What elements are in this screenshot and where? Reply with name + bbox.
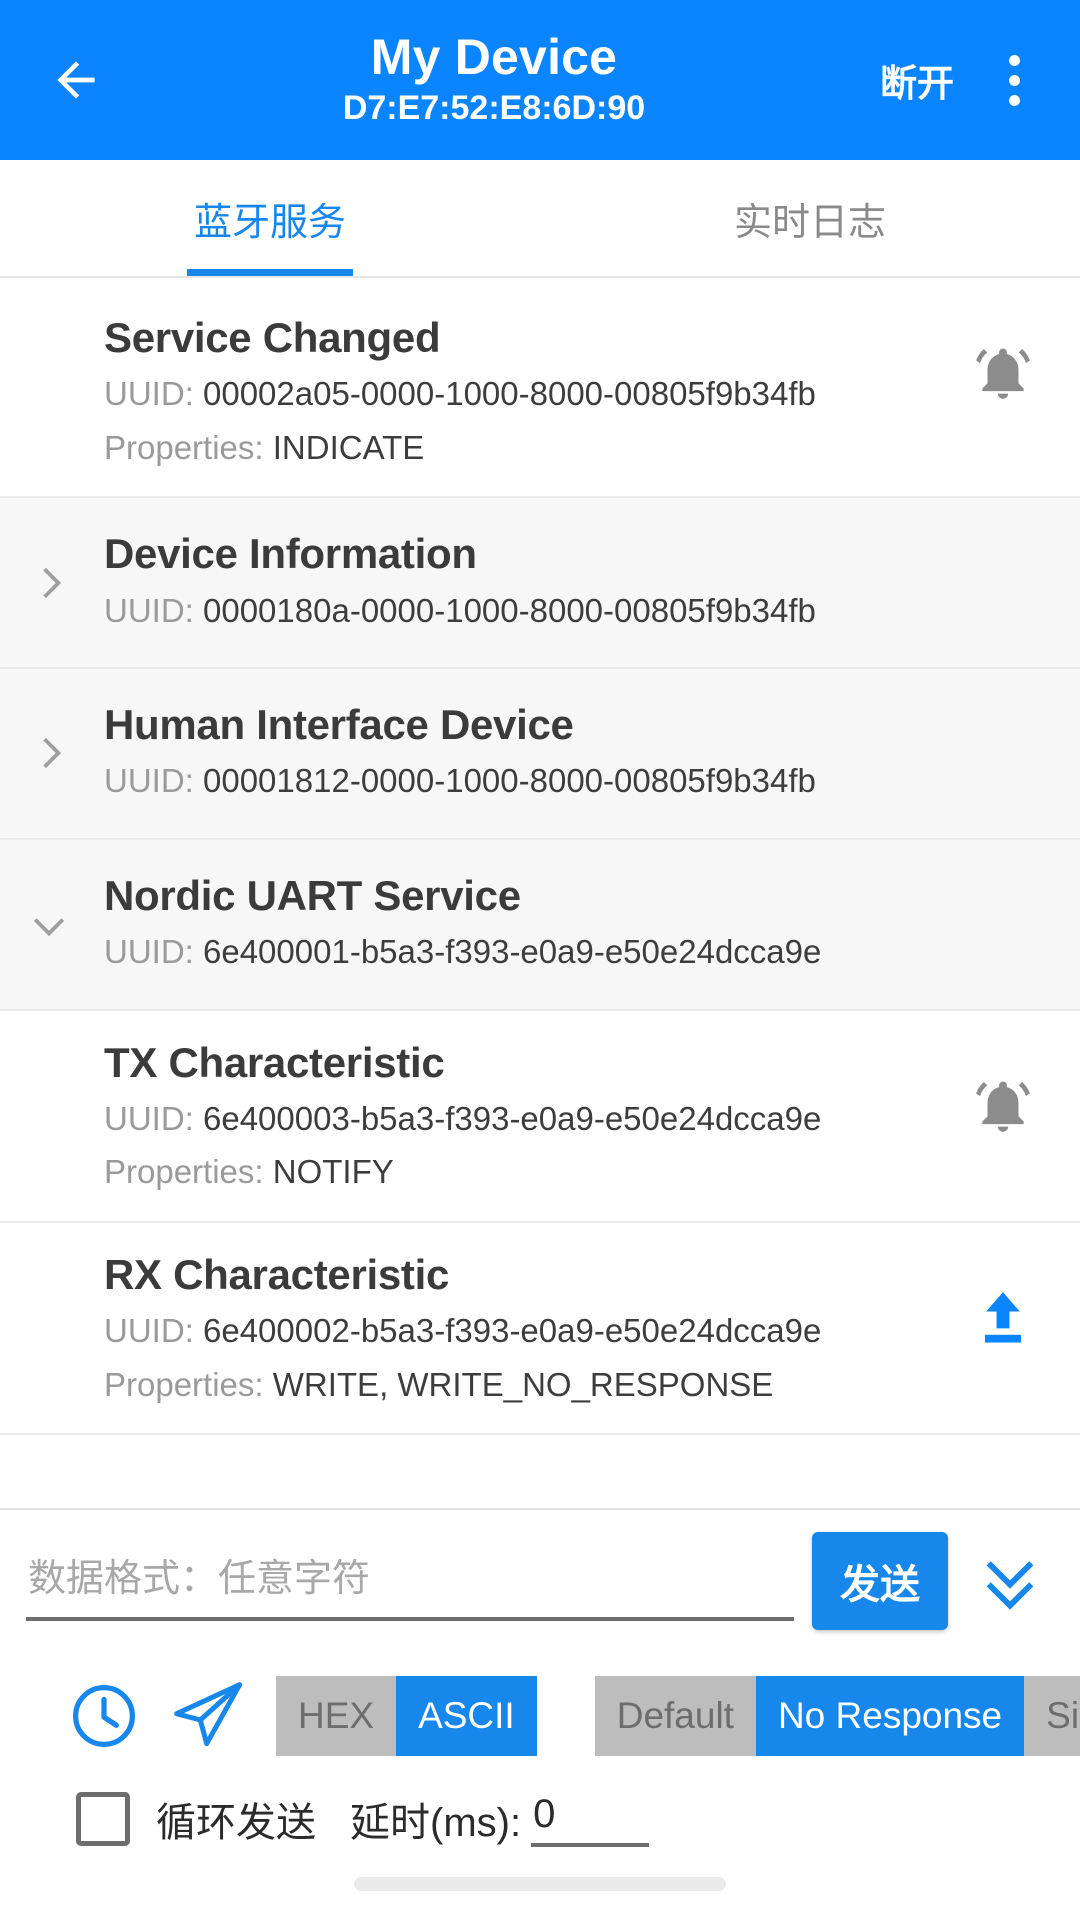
- service-name: Service Changed: [104, 314, 441, 361]
- write-type-no-response[interactable]: No Response: [755, 1676, 1025, 1756]
- quick-send-button[interactable]: [156, 1668, 260, 1764]
- send-button[interactable]: 发送: [812, 1532, 948, 1630]
- overflow-menu-button[interactable]: [976, 32, 1052, 128]
- list-item[interactable]: RX Characteristic UUID: 6e400002-b5a3-f3…: [0, 1222, 1080, 1436]
- delay-label: 延时(ms):: [350, 1801, 522, 1845]
- properties-label: Properties:: [104, 1365, 273, 1403]
- uuid-value: 6e400002-b5a3-f393-e0a9-e50e24dcca9e: [203, 1312, 822, 1350]
- system-navigation-area: [0, 1848, 1080, 1920]
- history-button[interactable]: [52, 1668, 156, 1764]
- app-bar: My Device D7:E7:52:E8:6D:90 断开: [0, 0, 1080, 160]
- uuid-value: 0000180a-0000-1000-8000-00805f9b34fb: [203, 591, 816, 629]
- chevron-right-icon: [43, 738, 62, 769]
- control-toolbar: HEX ASCII Default No Response Signed: [26, 1638, 1080, 1764]
- data-format-toggle-group: HEX ASCII: [276, 1676, 537, 1756]
- notify-toggle-button[interactable]: [970, 1073, 1036, 1139]
- service-name: Human Interface Device: [104, 701, 574, 749]
- properties-value: WRITE, WRITE_NO_RESPONSE: [272, 1365, 774, 1403]
- uuid-value: 00002a05-0000-1000-8000-00805f9b34fb: [203, 375, 816, 413]
- write-type-default[interactable]: Default: [594, 1676, 756, 1756]
- app-screen: My Device D7:E7:52:E8:6D:90 断开 蓝牙服务 实时日志…: [0, 0, 1080, 1920]
- service-uuid: UUID: 6e400001-b5a3-f393-e0a9-e50e24dcca…: [104, 929, 1056, 975]
- paper-plane-icon: [174, 1682, 243, 1747]
- characteristic-uuid: UUID: 6e400002-b5a3-f393-e0a9-e50e24dcca…: [104, 1308, 1056, 1354]
- home-indicator[interactable]: [354, 1877, 726, 1891]
- list-item[interactable]: Human Interface Device UUID: 00001812-00…: [0, 669, 1080, 840]
- loop-send-label: 循环发送: [156, 1801, 316, 1845]
- disconnect-button[interactable]: 断开: [874, 53, 960, 107]
- uuid-label: UUID:: [104, 1312, 203, 1350]
- double-chevron-down-icon: [986, 1561, 1034, 1610]
- service-uuid: UUID: 00001812-0000-1000-8000-00805f9b34…: [104, 758, 1056, 804]
- format-option-ascii[interactable]: ASCII: [396, 1676, 537, 1756]
- format-option-hex[interactable]: HEX: [276, 1676, 397, 1756]
- chevron-down-icon: [33, 918, 65, 937]
- service-properties: Properties: INDICATE: [104, 425, 1056, 471]
- data-input[interactable]: [26, 1543, 794, 1617]
- more-vertical-icon: [1008, 54, 1020, 66]
- loop-send-checkbox[interactable]: [76, 1792, 130, 1846]
- uuid-label: UUID:: [104, 591, 203, 629]
- characteristic-properties: Properties: WRITE, WRITE_NO_RESPONSE: [104, 1362, 1056, 1408]
- tab-realtime-log[interactable]: 实时日志: [540, 160, 1080, 276]
- send-panel: 发送 HEX: [0, 1508, 1080, 1848]
- write-button[interactable]: [970, 1285, 1036, 1351]
- uuid-label: UUID:: [104, 375, 203, 413]
- tab-bar: 蓝牙服务 实时日志: [0, 160, 1080, 278]
- uuid-value: 00001812-0000-1000-8000-00805f9b34fb: [203, 762, 816, 800]
- notification-bell-icon: [976, 1081, 1030, 1132]
- tab-bluetooth-services[interactable]: 蓝牙服务: [0, 160, 540, 276]
- notification-bell-icon: [976, 348, 1030, 399]
- clock-icon: [73, 1685, 135, 1747]
- more-vertical-icon-dot: [1008, 74, 1020, 86]
- upload-arrow-icon: [984, 1292, 1022, 1343]
- list-item[interactable]: Service Changed UUID: 00002a05-0000-1000…: [0, 278, 1080, 499]
- more-vertical-icon-dot: [1008, 94, 1020, 106]
- characteristic-uuid: UUID: 6e400003-b5a3-f393-e0a9-e50e24dcca…: [104, 1096, 1056, 1142]
- characteristic-name: TX Characteristic: [104, 1038, 445, 1086]
- expand-panel-button[interactable]: [966, 1532, 1054, 1630]
- list-item[interactable]: TX Characteristic UUID: 6e400003-b5a3-f3…: [0, 1010, 1080, 1223]
- page-title: My Device: [370, 28, 618, 85]
- write-type-signed[interactable]: Signed: [1024, 1676, 1080, 1756]
- tab-label: 实时日志: [733, 201, 886, 244]
- uuid-label: UUID:: [104, 762, 203, 800]
- delay-underline: [531, 1842, 650, 1847]
- service-name: Device Information: [104, 530, 477, 578]
- write-type-toggle-group: Default No Response Signed: [594, 1676, 1080, 1756]
- properties-label: Properties:: [104, 428, 273, 466]
- title-block: My Device D7:E7:52:E8:6D:90: [114, 28, 874, 130]
- properties-value: INDICATE: [272, 428, 425, 466]
- characteristic-name: RX Characteristic: [104, 1250, 450, 1298]
- list-item[interactable]: Nordic UART Service UUID: 6e400001-b5a3-…: [0, 839, 1080, 1011]
- device-address: D7:E7:52:E8:6D:90: [342, 89, 646, 127]
- list-item[interactable]: Device Information UUID: 0000180a-0000-1…: [0, 498, 1080, 670]
- properties-label: Properties:: [104, 1153, 273, 1191]
- service-name: Nordic UART Service: [104, 871, 521, 919]
- tab-label: 蓝牙服务: [193, 201, 346, 244]
- service-uuid: UUID: 00002a05-0000-1000-8000-00805f9b34…: [104, 371, 1056, 417]
- uuid-value: 6e400001-b5a3-f393-e0a9-e50e24dcca9e: [203, 933, 822, 971]
- uuid-label: UUID:: [104, 933, 203, 971]
- delay-input-wrapper: [531, 1791, 650, 1847]
- delay-input[interactable]: [531, 1791, 650, 1843]
- back-button[interactable]: [28, 32, 124, 128]
- uuid-label: UUID:: [104, 1099, 203, 1137]
- uuid-value: 6e400003-b5a3-f393-e0a9-e50e24dcca9e: [203, 1099, 822, 1137]
- send-row: 发送: [26, 1532, 1054, 1638]
- chevron-right-icon: [43, 567, 62, 598]
- characteristic-properties: Properties: NOTIFY: [104, 1149, 1056, 1195]
- arrow-left-icon: [57, 61, 95, 99]
- input-underline: [26, 1616, 794, 1621]
- loop-send-row: 循环发送 延时(ms):: [26, 1764, 1054, 1848]
- service-uuid: UUID: 0000180a-0000-1000-8000-00805f9b34…: [104, 588, 1056, 634]
- notify-toggle-button[interactable]: [970, 340, 1036, 406]
- service-list: Service Changed UUID: 00002a05-0000-1000…: [0, 278, 1080, 1508]
- properties-value: NOTIFY: [272, 1153, 394, 1191]
- data-input-wrapper: [26, 1543, 794, 1627]
